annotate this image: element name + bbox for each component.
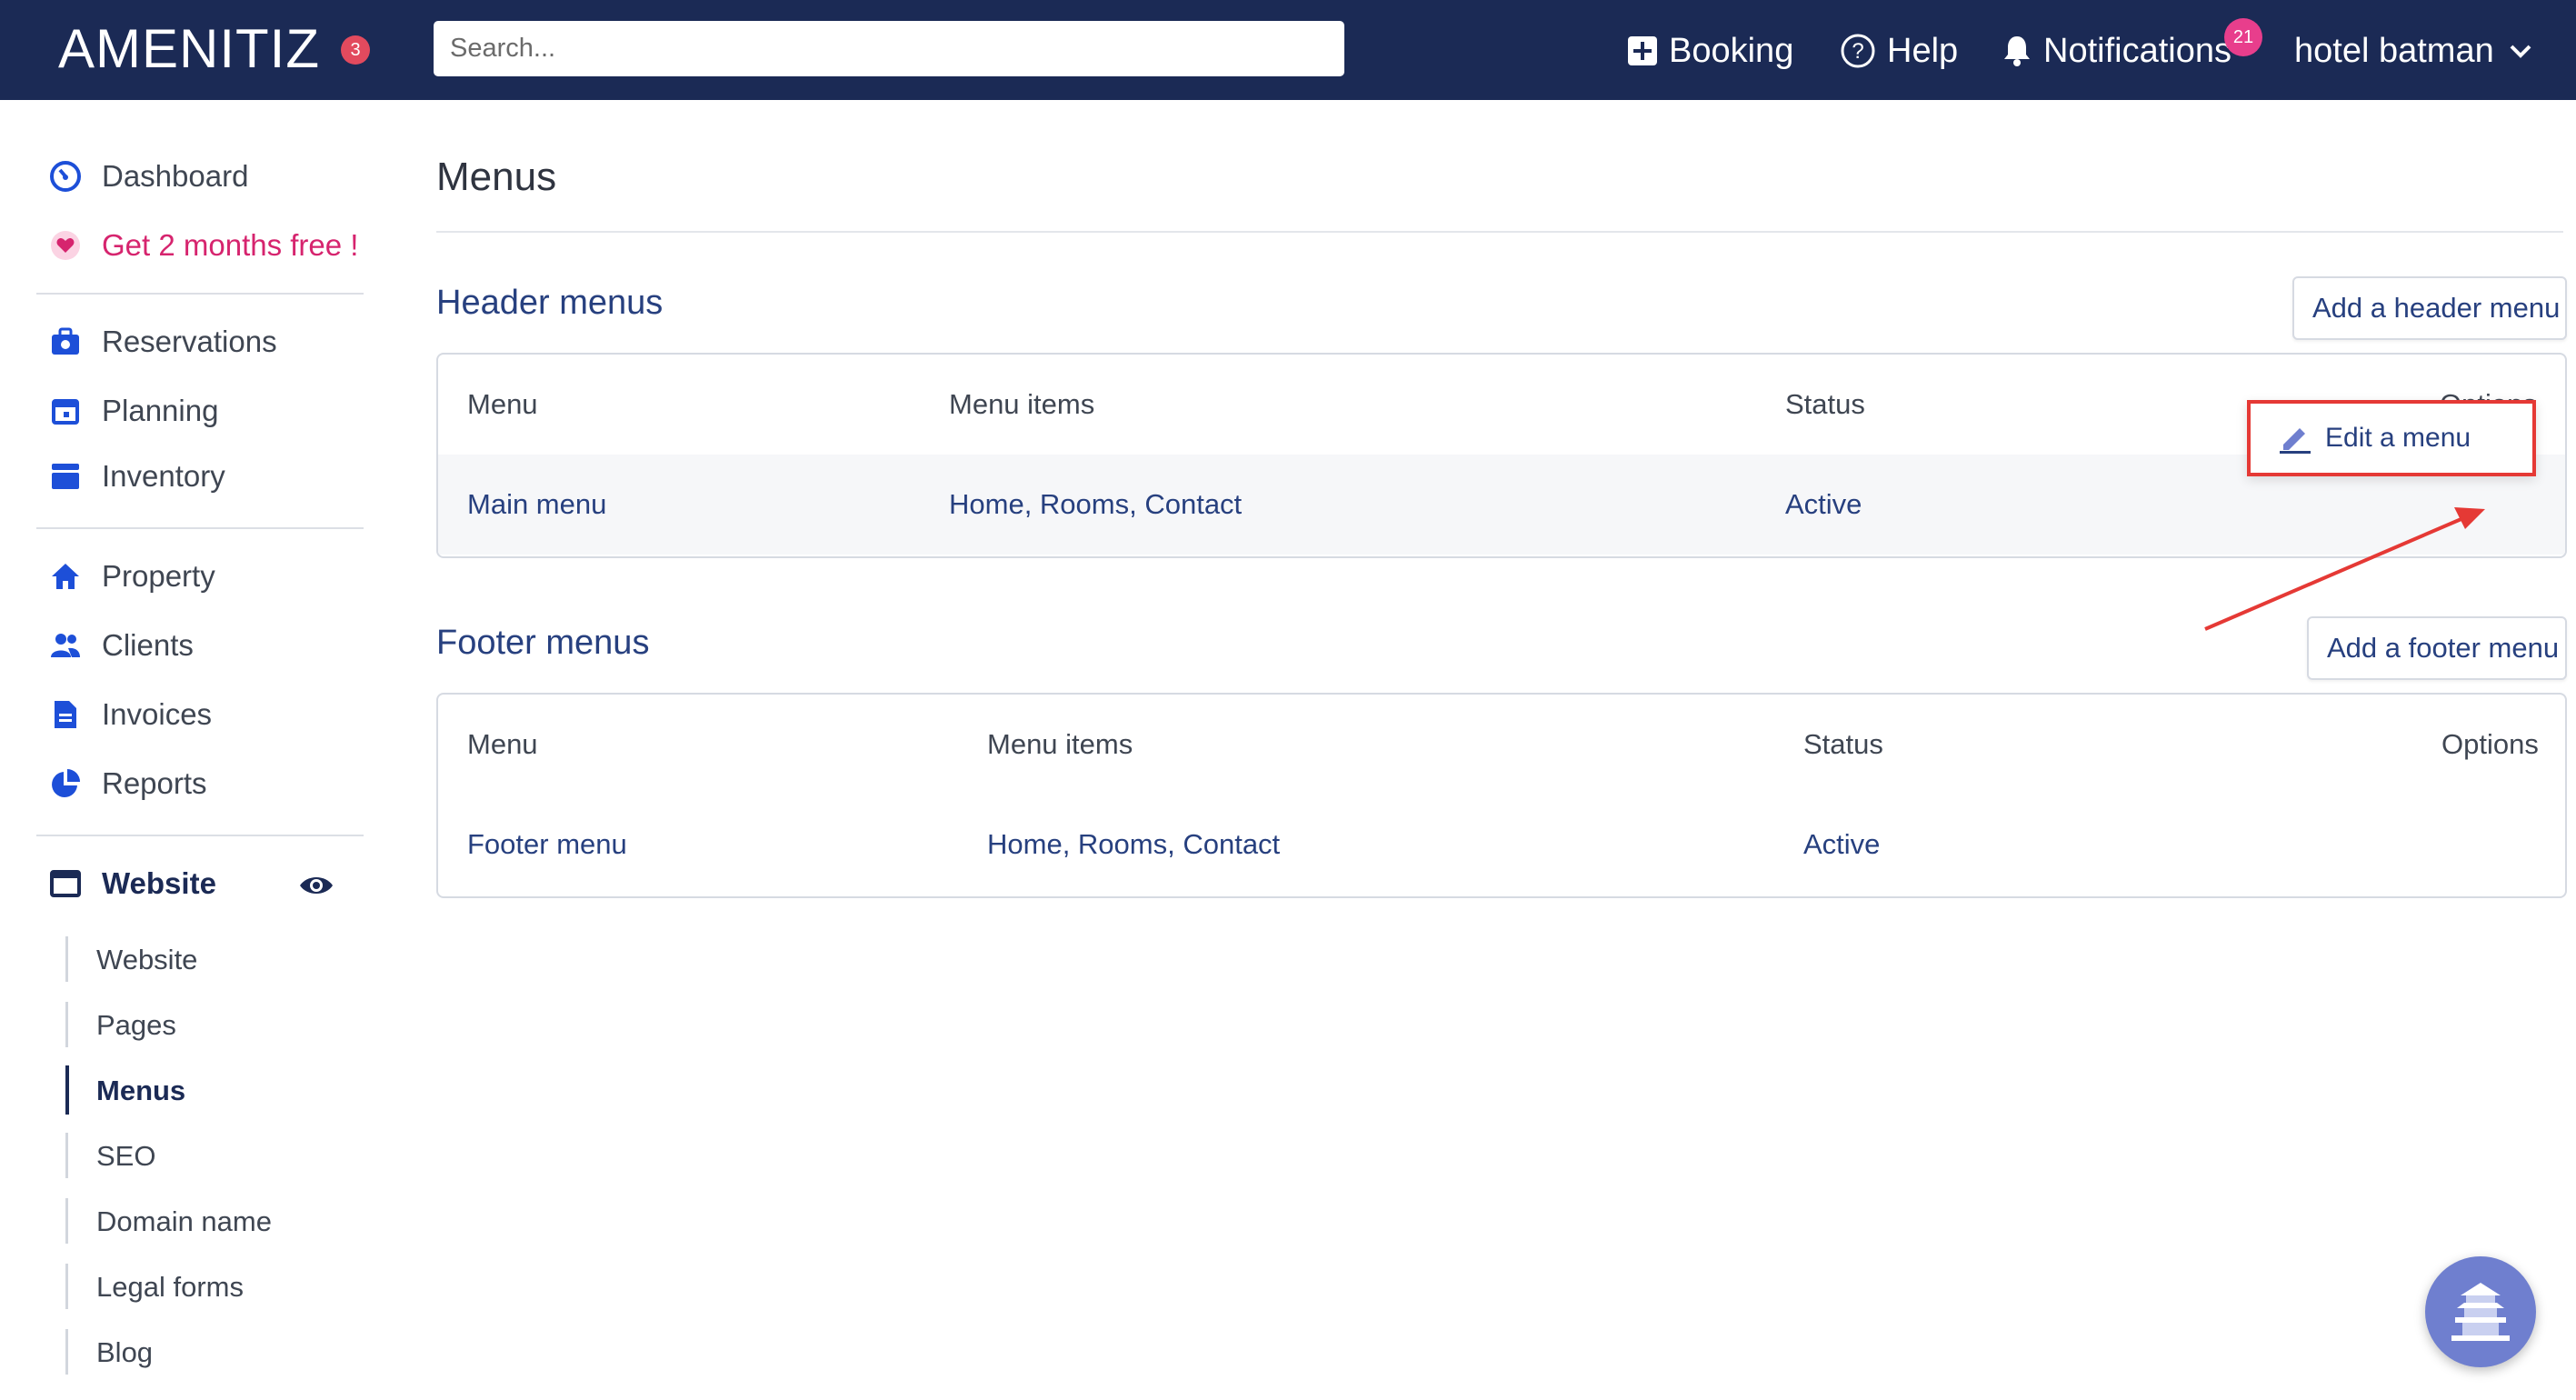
- sidebar-label-invoices: Invoices: [102, 697, 213, 731]
- sidebar-item-inventory[interactable]: Inventory: [49, 455, 225, 498]
- sidebar-divider: [36, 835, 364, 836]
- suitcase-icon: [49, 325, 82, 358]
- user-label: hotel batman: [2294, 31, 2494, 70]
- question-circle-icon: ?: [1841, 34, 1875, 68]
- column-header-status: Status: [1803, 728, 1883, 760]
- subnav-item-menus[interactable]: Menus: [96, 1075, 185, 1107]
- sidebar-item-reports[interactable]: Reports: [49, 762, 207, 805]
- search-input[interactable]: [434, 21, 1344, 76]
- home-icon: [49, 560, 82, 593]
- sidebar-label-property: Property: [102, 559, 215, 593]
- stack-icon: [49, 460, 82, 493]
- title-divider: [436, 231, 2563, 233]
- sidebar-label-website: Website: [102, 866, 216, 900]
- support-chat-button[interactable]: [2425, 1256, 2536, 1367]
- sidebar-item-planning[interactable]: Planning: [49, 389, 218, 433]
- top-navigation-bar: AMENITIZ 3 Booking ? Help Notifications …: [0, 0, 2576, 100]
- bell-icon: [2004, 36, 2030, 66]
- sidebar-label-dashboard: Dashboard: [102, 159, 249, 193]
- sidebar-item-reservations[interactable]: Reservations: [49, 320, 277, 364]
- table-header-row: Menu Menu items Status Options: [438, 355, 2565, 455]
- footer-menus-title: Footer menus: [436, 624, 650, 662]
- user-menu-dropdown[interactable]: hotel batman: [2294, 25, 2534, 76]
- column-header-menu-items: Menu items: [949, 388, 1095, 420]
- subnav-item-pages[interactable]: Pages: [96, 1009, 176, 1042]
- subnav-item-blog[interactable]: Blog: [96, 1336, 153, 1369]
- gauge-icon: [49, 160, 82, 193]
- sidebar-item-dashboard[interactable]: Dashboard: [49, 155, 248, 198]
- sidebar-label-reports: Reports: [102, 766, 207, 800]
- subnav-rail: [65, 1002, 68, 1047]
- plus-square-icon: [1628, 36, 1657, 65]
- chevron-down-icon: [2510, 45, 2531, 58]
- menu-items-link[interactable]: Home, Rooms, Contact: [987, 795, 1280, 895]
- status-value: Active: [1785, 488, 1862, 520]
- notifications-count-badge: 21: [2224, 18, 2262, 56]
- table-row: Footer menu Home, Rooms, Contact Active: [438, 795, 2565, 895]
- sidebar-item-website[interactable]: Website: [49, 862, 216, 905]
- menu-items-link[interactable]: Home, Rooms, Contact: [949, 455, 1242, 555]
- calendar-icon: [49, 395, 82, 427]
- notifications-label: Notifications: [2043, 31, 2232, 70]
- sidebar-label-promo: Get 2 months free !: [102, 228, 359, 262]
- heart-icon: [49, 229, 82, 262]
- footer-menus-table: Menu Menu items Status Options Footer me…: [436, 693, 2567, 898]
- sidebar-label-clients: Clients: [102, 628, 194, 662]
- subnav-item-legal-forms[interactable]: Legal forms: [96, 1271, 244, 1304]
- subnav-rail: [65, 1133, 68, 1178]
- svg-text:?: ?: [1852, 39, 1863, 64]
- menu-name-link[interactable]: Footer menu: [467, 795, 627, 895]
- column-header-options: Options: [2441, 728, 2539, 760]
- sidebar-item-property[interactable]: Property: [49, 555, 215, 598]
- logo-count-badge: 3: [341, 35, 370, 65]
- sidebar-item-invoices[interactable]: Invoices: [49, 693, 212, 736]
- sidebar-label-reservations: Reservations: [102, 325, 277, 358]
- eye-icon[interactable]: [298, 873, 334, 898]
- column-header-menu: Menu: [467, 388, 538, 420]
- subnav-rail: [65, 1198, 68, 1244]
- document-icon: [49, 698, 82, 731]
- menu-name-link[interactable]: Main menu: [467, 455, 606, 555]
- column-header-menu-items: Menu items: [987, 728, 1133, 760]
- sidebar-divider: [36, 293, 364, 295]
- pencil-icon: [2280, 428, 2311, 454]
- booking-button[interactable]: Booking: [1627, 25, 1793, 76]
- sidebar-item-clients[interactable]: Clients: [49, 624, 194, 667]
- notifications-button[interactable]: Notifications: [2002, 25, 2232, 76]
- subnav-item-domain-name[interactable]: Domain name: [96, 1205, 272, 1238]
- sidebar-label-planning: Planning: [102, 394, 219, 427]
- add-footer-menu-button[interactable]: Add a footer menu: [2307, 616, 2567, 680]
- edit-menu-option[interactable]: Edit a menu: [2325, 423, 2471, 454]
- pagoda-icon: [2451, 1283, 2510, 1341]
- sidebar-divider: [36, 527, 364, 529]
- browser-window-icon: [49, 867, 82, 900]
- subnav-rail: [65, 936, 68, 982]
- status-value: Active: [1803, 828, 1881, 860]
- help-label: Help: [1887, 31, 1959, 70]
- header-menus-title: Header menus: [436, 284, 664, 322]
- page-title: Menus: [436, 155, 557, 199]
- pie-chart-icon: [49, 767, 82, 800]
- column-header-status: Status: [1785, 388, 1865, 420]
- booking-label: Booking: [1669, 31, 1794, 70]
- table-header-row: Menu Menu items Status Options: [438, 695, 2565, 795]
- add-header-menu-button[interactable]: Add a header menu: [2292, 276, 2567, 340]
- help-button[interactable]: ? Help: [1840, 25, 1958, 76]
- subnav-rail: [65, 1264, 68, 1309]
- table-row: Main menu Home, Rooms, Contact Active: [438, 455, 2565, 555]
- options-dropdown-menu: Edit a menu: [2247, 400, 2536, 476]
- subnav-rail-active: [65, 1065, 69, 1115]
- amenitiz-logo[interactable]: AMENITIZ: [58, 16, 320, 82]
- sidebar-item-promo[interactable]: Get 2 months free !: [49, 224, 358, 267]
- users-icon: [49, 629, 82, 662]
- subnav-item-seo[interactable]: SEO: [96, 1140, 155, 1173]
- subnav-item-website[interactable]: Website: [96, 944, 197, 976]
- column-header-menu: Menu: [467, 728, 538, 760]
- subnav-rail: [65, 1329, 68, 1375]
- sidebar-label-inventory: Inventory: [102, 459, 225, 493]
